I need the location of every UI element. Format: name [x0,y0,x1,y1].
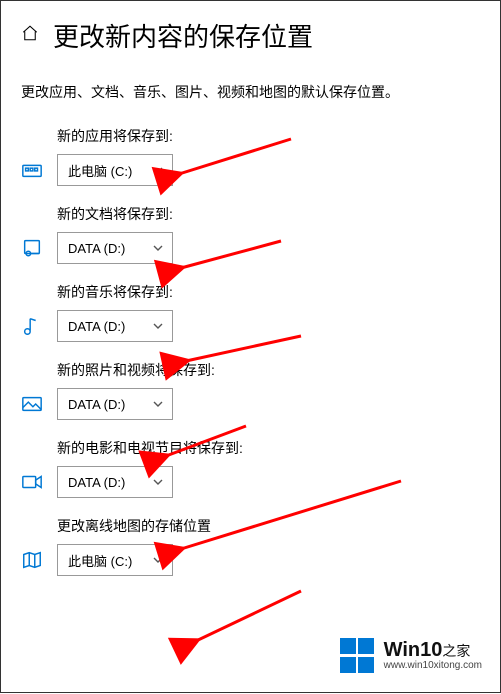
music-location-select[interactable]: DATA (D:) [57,310,173,342]
setting-maps: 更改离线地图的存储位置 此电脑 (C:) [1,498,500,576]
select-value: DATA (D:) [68,397,125,412]
select-value: DATA (D:) [68,475,125,490]
setting-label: 新的音乐将保存到: [57,282,480,302]
movies-location-select[interactable]: DATA (D:) [57,466,173,498]
chevron-down-icon [152,320,164,332]
chevron-down-icon [152,164,164,176]
select-value: 此电脑 (C:) [68,551,132,570]
maps-icon [21,549,43,571]
watermark-url: www.win10xitong.com [384,661,482,672]
setting-label: 新的文档将保存到: [57,204,480,224]
page-header: 更改新内容的保存位置 [1,1,500,62]
music-icon [21,315,43,337]
select-value: DATA (D:) [68,241,125,256]
maps-location-select[interactable]: 此电脑 (C:) [57,544,173,576]
documents-icon [21,237,43,259]
photos-icon [21,393,43,415]
setting-label: 新的应用将保存到: [57,126,480,146]
chevron-down-icon [152,242,164,254]
setting-movies: 新的电影和电视节目将保存到: DATA (D:) [1,420,500,498]
setting-label: 新的电影和电视节目将保存到: [57,438,480,458]
select-value: 此电脑 (C:) [68,161,132,180]
chevron-down-icon [152,398,164,410]
apps-location-select[interactable]: 此电脑 (C:) [57,154,173,186]
page-title: 更改新内容的保存位置 [53,17,313,54]
chevron-down-icon [152,476,164,488]
watermark: Win10之家 www.win10xitong.com [340,638,482,674]
select-value: DATA (D:) [68,319,125,334]
movies-icon [21,471,43,493]
setting-photos: 新的照片和视频将保存到: DATA (D:) [1,342,500,420]
apps-icon [21,159,43,181]
setting-apps: 新的应用将保存到: 此电脑 (C:) [1,108,500,186]
page-subtitle: 更改应用、文档、音乐、图片、视频和地图的默认保存位置。 [1,62,500,108]
setting-music: 新的音乐将保存到: DATA (D:) [1,264,500,342]
windows-logo-icon [340,638,376,674]
setting-label: 新的照片和视频将保存到: [57,360,480,380]
setting-label: 更改离线地图的存储位置 [57,516,480,536]
setting-documents: 新的文档将保存到: DATA (D:) [1,186,500,264]
home-icon[interactable] [21,24,39,47]
watermark-brand: Win10之家 [384,640,482,661]
chevron-down-icon [152,554,164,566]
photos-location-select[interactable]: DATA (D:) [57,388,173,420]
documents-location-select[interactable]: DATA (D:) [57,232,173,264]
